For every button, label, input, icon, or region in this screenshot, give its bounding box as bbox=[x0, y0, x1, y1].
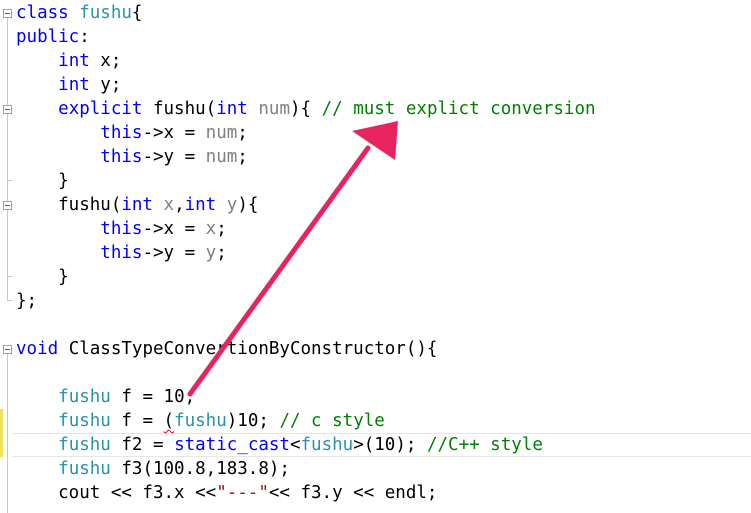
code-editor[interactable]: class fushu{ public: int x; int y; expli… bbox=[0, 0, 751, 513]
arrow-icon bbox=[187, 121, 398, 397]
